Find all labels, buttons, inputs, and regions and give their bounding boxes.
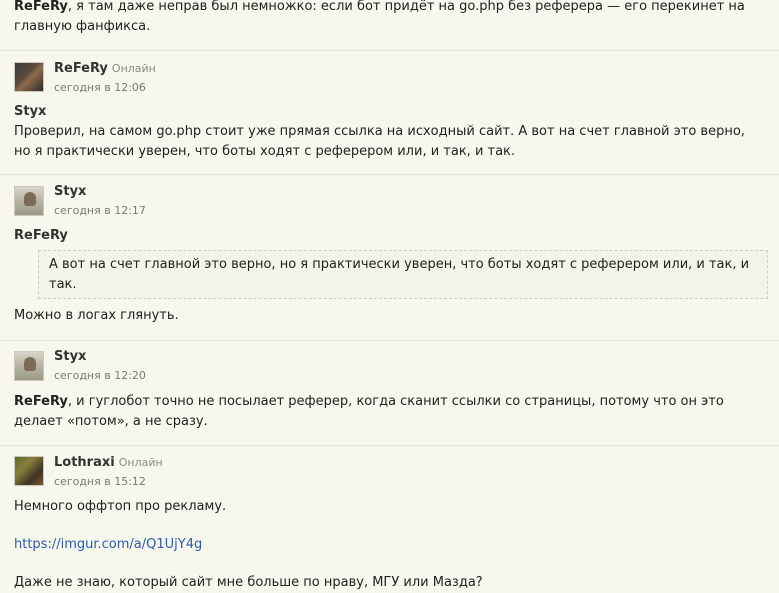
reply-to-author: Styx: [14, 104, 47, 119]
post-time[interactable]: сегодня в 12:17: [54, 204, 146, 217]
post-body: , и гуглобот точно не посылает реферер, …: [14, 394, 724, 429]
quote-block: А вот на счет главной это верно, но я пр…: [38, 250, 768, 299]
post-text: ReFeRy, и гуглобот точно не посылает реф…: [14, 392, 764, 431]
author-name[interactable]: Styx: [54, 349, 86, 364]
avatar[interactable]: [14, 456, 44, 486]
post-text: Даже не знаю, который сайт мне больше по…: [14, 575, 483, 590]
author-name[interactable]: ReFeRy: [54, 61, 108, 76]
post-text: Немного оффтоп про рекламу.: [14, 499, 227, 514]
online-status: Онлайн: [111, 62, 156, 75]
link-line: https://imgur.com/a/Q1UjY4g: [14, 535, 764, 555]
online-status: Онлайн: [118, 456, 163, 469]
post-text: Проверил, на самом go.php стоит уже прям…: [14, 124, 745, 159]
post-item: Styx сегодня в 12:20 ReFeRy, и гуглобот …: [0, 341, 779, 446]
post-text: ReFeRy, я там даже неправ был немножко: …: [14, 0, 764, 36]
post-author[interactable]: ReFeRy Онлайн: [54, 61, 156, 76]
post-body: , я там даже неправ был немножко: если б…: [14, 0, 745, 34]
post-item: ReFeRy Онлайн сегодня в 12:06 Styx Провер…: [0, 50, 779, 175]
post-author[interactable]: Lothraxi Онлайн: [54, 455, 163, 470]
post-time[interactable]: сегодня в 12:20: [54, 369, 146, 382]
author-name[interactable]: Lothraxi: [54, 455, 115, 470]
external-link[interactable]: https://imgur.com/a/Q1UjY4g: [14, 537, 202, 552]
quote-author: ReFeRy: [14, 228, 68, 243]
mentioned-nick[interactable]: ReFeRy: [14, 394, 68, 409]
post-time[interactable]: сегодня в 15:12: [54, 475, 146, 488]
mentioned-nick[interactable]: ReFeRy: [14, 0, 68, 14]
post-item: Lothraxi Онлайн сегодня в 15:12 Немного о…: [0, 446, 779, 590]
post-time[interactable]: сегодня в 12:06: [54, 81, 146, 94]
avatar[interactable]: [14, 351, 44, 381]
post-item: ReFeRy, я там даже неправ был немножко: …: [0, 0, 779, 51]
post-item: Styx сегодня в 12:17 ReFeRy А вот на сче…: [0, 175, 779, 341]
avatar[interactable]: [14, 62, 44, 92]
author-name[interactable]: Styx: [54, 184, 86, 199]
post-author[interactable]: Styx: [54, 184, 86, 199]
post-author[interactable]: Styx: [54, 349, 86, 364]
post-text: Можно в логах глянуть.: [14, 308, 179, 323]
avatar[interactable]: [14, 186, 44, 216]
